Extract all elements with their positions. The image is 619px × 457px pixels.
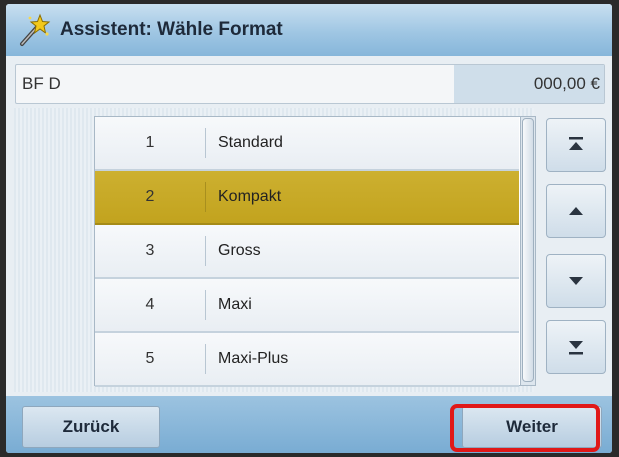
list-item-label: Gross	[218, 242, 261, 259]
list-item-label: Standard	[218, 134, 283, 151]
info-bar: BF D 000,00 €	[15, 64, 605, 104]
list-item-maxi-plus[interactable]: 5 Maxi-Plus	[95, 333, 519, 387]
scrollbar-thumb[interactable]	[522, 118, 534, 382]
double-chevron-up-icon	[569, 137, 583, 150]
amount-value: 000,00 €	[533, 74, 600, 93]
title-bar: Assistent: Wähle Format	[6, 4, 612, 56]
scroll-up-button[interactable]	[546, 184, 606, 238]
wand-icon	[20, 13, 51, 46]
list-item-label: Kompakt	[218, 188, 282, 205]
list-scrollbar[interactable]	[520, 116, 536, 386]
list-item-label: Maxi-Plus	[218, 350, 289, 367]
column-divider	[205, 344, 206, 374]
page-title: Assistent: Wähle Format	[60, 19, 283, 40]
chevron-up-icon	[569, 207, 583, 215]
column-divider	[205, 182, 206, 212]
list-item-maxi[interactable]: 4 Maxi	[95, 279, 519, 333]
chevron-down-icon	[569, 277, 583, 285]
column-divider	[205, 236, 206, 266]
format-list: 1 Standard 2 Kompakt 3 Gross 4 Maxi 5 Ma…	[94, 116, 522, 387]
back-button[interactable]: Zurück	[22, 406, 160, 448]
product-code: BF D	[22, 74, 61, 93]
bottom-bar: Zurück Weiter	[6, 396, 612, 453]
list-item-standard[interactable]: 1 Standard	[95, 117, 519, 171]
column-divider	[205, 290, 206, 320]
screen: Assistent: Wähle Format BF D 000,00 € 1 …	[6, 4, 612, 453]
list-item-gross[interactable]: 3 Gross	[95, 225, 519, 279]
list-item-number: 5	[145, 350, 155, 367]
list-item-number: 4	[145, 296, 155, 313]
list-item-label: Maxi	[218, 296, 252, 313]
amount-box: 000,00 €	[454, 65, 604, 103]
scroll-to-top-button[interactable]	[546, 118, 606, 172]
list-item-kompakt[interactable]: 2 Kompakt	[95, 171, 519, 225]
double-chevron-down-icon	[569, 341, 583, 355]
column-divider	[205, 128, 206, 158]
next-button[interactable]: Weiter	[462, 406, 602, 448]
scroll-down-button[interactable]	[546, 254, 606, 308]
list-item-number: 2	[145, 188, 155, 205]
scroll-to-bottom-button[interactable]	[546, 320, 606, 374]
list-item-number: 3	[145, 242, 155, 259]
list-item-number: 1	[145, 134, 155, 151]
